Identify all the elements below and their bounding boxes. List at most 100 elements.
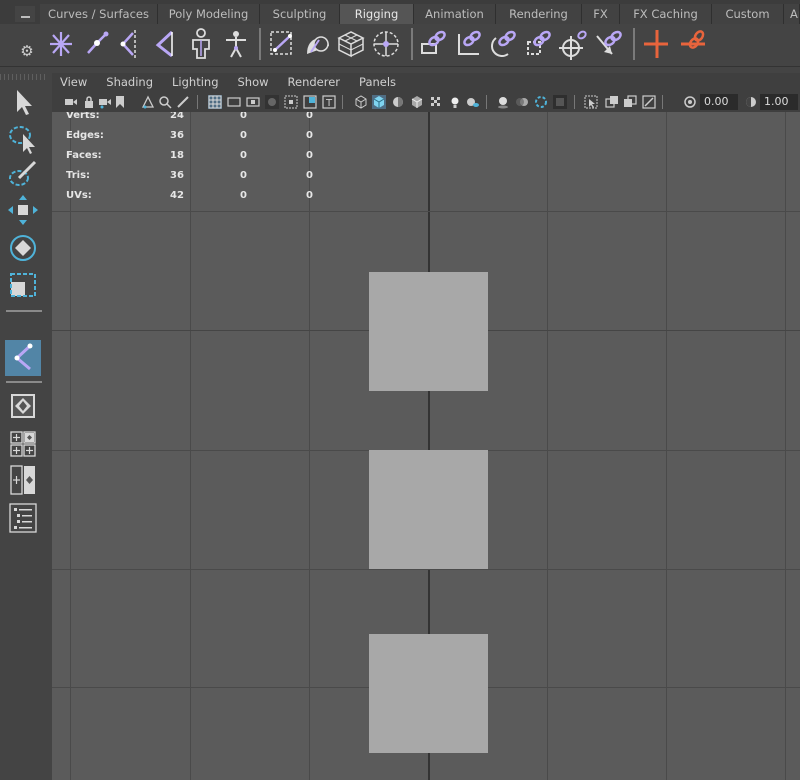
- shadows-icon[interactable]: [466, 95, 480, 109]
- menu-shading[interactable]: Shading: [106, 73, 153, 91]
- film-gate-icon[interactable]: [227, 95, 241, 109]
- tab-rendering[interactable]: Rendering: [496, 4, 582, 24]
- select-camera-icon[interactable]: [64, 95, 78, 109]
- tab-rigging[interactable]: Rigging: [340, 4, 414, 24]
- grid-toggle-icon[interactable]: [208, 95, 222, 109]
- humanik-icon[interactable]: [220, 26, 252, 62]
- ik-handle-icon[interactable]: [150, 26, 182, 62]
- two-pane-layout-icon[interactable]: [5, 462, 41, 498]
- create-blend-shape-icon[interactable]: [640, 26, 672, 62]
- 2d-pan-zoom-icon[interactable]: [158, 95, 172, 109]
- menu-show[interactable]: Show: [238, 73, 269, 91]
- tab-fx-caching[interactable]: FX Caching: [620, 4, 712, 24]
- tab-curves-surfaces[interactable]: Curves / Surfaces: [40, 4, 158, 24]
- bind-skin-icon[interactable]: [266, 26, 298, 62]
- xray-icon[interactable]: [605, 95, 619, 109]
- rotate-tool-icon[interactable]: [5, 230, 41, 266]
- parent-constraint-icon[interactable]: [418, 26, 450, 62]
- isolate-select-icon[interactable]: [584, 95, 598, 109]
- add-influence-icon[interactable]: [677, 26, 709, 62]
- hud-value: 0: [306, 112, 313, 121]
- hud-value: 42: [170, 190, 184, 201]
- field-chart-icon[interactable]: [284, 95, 298, 109]
- hud-value: 18: [170, 150, 184, 161]
- xray-joints-icon[interactable]: [642, 95, 656, 109]
- xray-active-components-icon[interactable]: [623, 95, 637, 109]
- menu-renderer[interactable]: Renderer: [288, 73, 341, 91]
- hud-row-verts: Verts: 24 0 0: [66, 112, 326, 130]
- outliner-layout-icon[interactable]: [5, 500, 41, 536]
- aim-constraint-icon[interactable]: [557, 26, 589, 62]
- image-plane-icon[interactable]: [141, 95, 155, 109]
- create-joints-icon[interactable]: [45, 26, 77, 62]
- move-tool-icon[interactable]: [5, 192, 41, 228]
- scale-constraint-icon[interactable]: [523, 26, 555, 62]
- depth-of-field-icon[interactable]: [553, 95, 567, 109]
- orient-constraint-icon[interactable]: [488, 26, 520, 62]
- lock-camera-icon[interactable]: [82, 95, 96, 109]
- tab-fx[interactable]: FX: [582, 4, 620, 24]
- safe-action-icon[interactable]: [303, 95, 317, 109]
- gamma-field[interactable]: 1.00: [760, 94, 798, 110]
- hud-label: Edges:: [66, 130, 104, 141]
- tab-sculpting[interactable]: Sculpting: [260, 4, 340, 24]
- safe-title-icon[interactable]: T: [322, 95, 336, 109]
- scale-tool-icon[interactable]: [5, 268, 41, 304]
- exposure-icon[interactable]: [683, 95, 697, 109]
- motion-blur-icon[interactable]: [515, 95, 529, 109]
- toolbar-separator: [197, 95, 198, 109]
- menu-lighting[interactable]: Lighting: [172, 73, 218, 91]
- joint-tool-icon: [14, 343, 33, 371]
- grid-line: [52, 569, 800, 570]
- anti-aliasing-icon[interactable]: [534, 95, 548, 109]
- wireframe-icon[interactable]: [354, 95, 368, 109]
- cube-top[interactable]: [369, 272, 488, 391]
- viewport-panel: View Shading Lighting Show Renderer Pane…: [52, 73, 800, 780]
- gamma-icon[interactable]: [744, 95, 758, 109]
- panel-toolbar: T 0.00 1.00: [52, 92, 800, 112]
- cube-bottom[interactable]: [369, 634, 488, 753]
- tab-arnold[interactable]: Ar: [784, 4, 800, 24]
- tab-poly-modeling[interactable]: Poly Modeling: [158, 4, 260, 24]
- menu-view[interactable]: View: [60, 73, 87, 91]
- camera-attributes-icon[interactable]: [98, 95, 112, 109]
- pole-vector-constraint-icon[interactable]: [592, 26, 624, 62]
- grease-pencil-icon[interactable]: [176, 95, 190, 109]
- lasso-tool-icon[interactable]: [5, 120, 41, 156]
- grid-line: [70, 112, 71, 780]
- menu-panels[interactable]: Panels: [359, 73, 396, 91]
- shelf-menu-icon[interactable]: [15, 6, 35, 22]
- textured-icon[interactable]: [429, 95, 443, 109]
- create-cluster-icon[interactable]: [370, 26, 402, 62]
- four-view-layout-icon[interactable]: [5, 426, 41, 462]
- hud-value: 0: [306, 170, 313, 181]
- toolbar-separator: [342, 95, 343, 109]
- joint-tool-button[interactable]: [5, 340, 41, 376]
- point-constraint-icon[interactable]: [453, 26, 485, 62]
- create-lattice-icon[interactable]: [335, 26, 367, 62]
- paint-select-icon[interactable]: [5, 156, 41, 192]
- mirror-joints-icon[interactable]: [115, 26, 147, 62]
- single-perspective-layout-icon[interactable]: [5, 388, 41, 424]
- tab-animation[interactable]: Animation: [414, 4, 496, 24]
- wireframe-on-shaded-icon[interactable]: [410, 95, 424, 109]
- tab-custom[interactable]: Custom: [712, 4, 784, 24]
- hud-value: 24: [170, 112, 184, 121]
- hud-value: 0: [240, 130, 247, 141]
- gate-mask-icon[interactable]: [265, 95, 279, 109]
- smooth-shade-icon[interactable]: [372, 95, 386, 109]
- exposure-field[interactable]: 0.00: [700, 94, 738, 110]
- bookmarks-icon[interactable]: [113, 95, 127, 109]
- paint-skin-weights-icon[interactable]: [301, 26, 333, 62]
- select-tool-icon[interactable]: [5, 84, 41, 120]
- cube-middle[interactable]: [369, 450, 488, 569]
- insert-joint-icon[interactable]: [81, 26, 113, 62]
- quick-rig-icon[interactable]: [185, 26, 217, 62]
- 3d-viewport[interactable]: Verts: 24 0 0 Edges: 36 0 0 Faces: 18 0 …: [52, 112, 800, 780]
- resolution-gate-icon[interactable]: [246, 95, 260, 109]
- shelf-settings-gear-icon[interactable]: ⚙: [17, 41, 37, 61]
- toolbar-separator: [486, 95, 487, 109]
- screen-space-ao-icon[interactable]: [496, 95, 510, 109]
- default-material-icon[interactable]: [391, 95, 405, 109]
- use-all-lights-icon[interactable]: [448, 95, 462, 109]
